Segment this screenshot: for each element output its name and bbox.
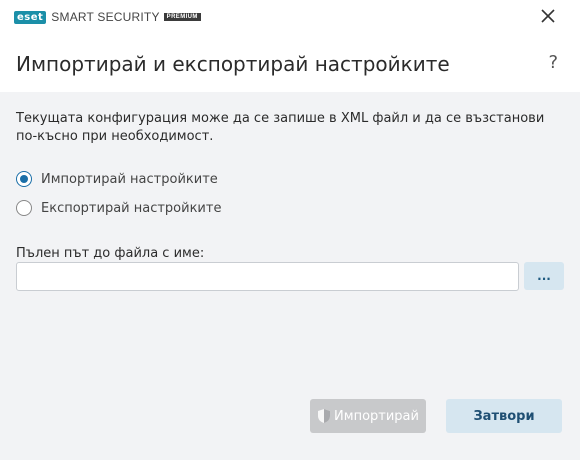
close-button[interactable]: Затвори xyxy=(446,399,562,433)
import-button[interactable]: Импортирай xyxy=(310,399,426,433)
radio-export-settings[interactable]: Експортирай настройките xyxy=(16,200,221,216)
import-button-label: Импортирай xyxy=(334,408,419,424)
edition-badge: PREMIUM xyxy=(163,13,201,21)
close-window-button[interactable] xyxy=(538,6,558,26)
radio-button-export[interactable] xyxy=(16,200,32,216)
eset-logo: eset SMART SECURITY PREMIUM xyxy=(14,10,201,24)
close-icon xyxy=(541,9,555,23)
radio-label-import: Импортирай настройките xyxy=(41,171,218,187)
radio-label-export: Експортирай настройките xyxy=(41,200,222,216)
file-path-label: Пълен път до файла с име: xyxy=(16,246,205,261)
dialog-header: Импортирай и експортирай настройките ? xyxy=(0,32,580,92)
page-title: Импортирай и експортирай настройките xyxy=(16,52,450,76)
product-name: SMART SECURITY xyxy=(51,10,160,24)
file-path-input[interactable] xyxy=(16,262,519,291)
description-text: Текущата конфигурация може да се запише … xyxy=(16,111,545,144)
browse-button[interactable]: ... xyxy=(524,262,564,290)
shield-icon xyxy=(318,409,331,423)
eset-logo-mark: eset xyxy=(14,10,47,24)
help-icon[interactable]: ? xyxy=(548,52,558,73)
radio-import-settings[interactable]: Импортирай настройките xyxy=(16,171,218,187)
title-bar: eset SMART SECURITY PREMIUM xyxy=(0,0,580,32)
radio-button-import[interactable] xyxy=(16,171,32,187)
